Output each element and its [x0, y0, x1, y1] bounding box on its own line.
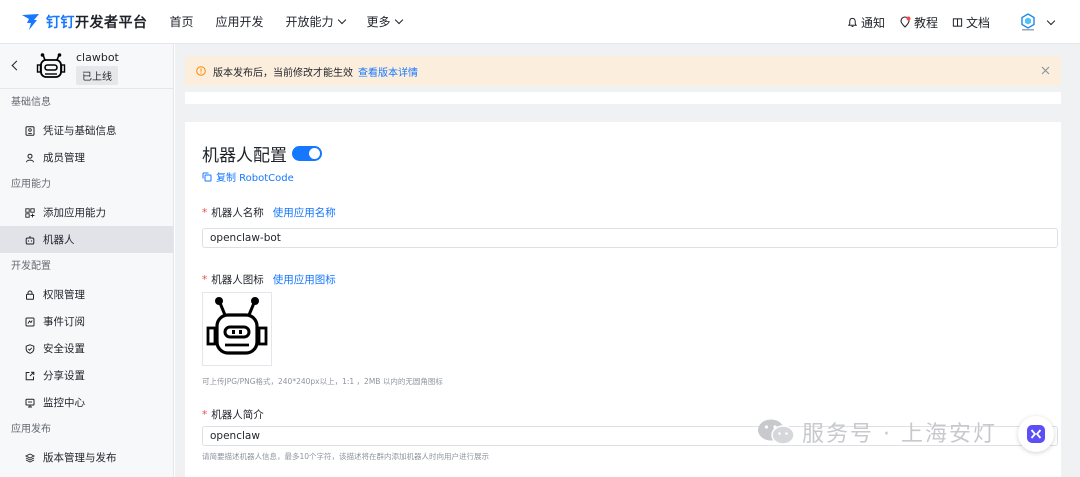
robot-name-field[interactable]: openclaw-bot	[202, 228, 1058, 248]
group-ability: 应用能力	[11, 179, 51, 190]
sidebar-item-events[interactable]: 事件订阅	[0, 308, 173, 335]
sidebar-item-security[interactable]: 安全设置	[0, 335, 173, 362]
required-mark: *	[202, 408, 208, 421]
monitor-icon	[25, 398, 35, 407]
robot-avatar-icon	[36, 53, 66, 78]
group-release: 应用发布	[11, 424, 51, 435]
main-nav: 首页 应用开发 开放能力 更多	[170, 13, 424, 30]
main-content: 版本发布后，当前修改才能生效 查看版本详情 机器人配置 复制 RobotCode…	[175, 44, 1080, 477]
dingtalk-logo-icon	[22, 13, 39, 30]
page-title: 机器人配置	[202, 146, 287, 166]
copy-icon	[202, 172, 212, 181]
sidebar-item-add-ability[interactable]: 添加应用能力	[0, 199, 173, 226]
dingtalk-logo[interactable]: 钉钉开发者平台	[20, 12, 148, 32]
group-basic: 基础信息	[11, 97, 51, 108]
copy-robotcode-button[interactable]: 复制 RobotCode	[202, 169, 294, 184]
robot-icon	[25, 235, 35, 244]
wechat-icon	[758, 419, 795, 445]
share-icon	[25, 371, 35, 380]
wechat-watermark: 服务号 · 上海安灯	[756, 416, 997, 448]
top-nav-bar: 钉钉开发者平台 首页 应用开发 开放能力 更多 通知 教程 文档	[0, 0, 1080, 44]
grid-add-icon	[25, 207, 35, 218]
nav-app-dev[interactable]: 应用开发	[216, 13, 264, 30]
intro-label-row: * 机器人简介	[202, 408, 264, 422]
sidebar: clawbot 已上线 基础信息 凭证与基础信息 成员管理 应用能力 添加应用能…	[0, 44, 174, 477]
shield-icon	[25, 343, 35, 354]
user-avatar[interactable]	[1018, 12, 1038, 32]
app-name: clawbot	[76, 51, 119, 64]
robot-icon	[206, 297, 268, 355]
use-app-name-link[interactable]: 使用应用名称	[273, 205, 336, 220]
event-icon	[25, 317, 35, 326]
nav-open-ability[interactable]: 开放能力	[286, 13, 346, 30]
lock-icon	[26, 290, 34, 300]
sidebar-item-monitor[interactable]: 监控中心	[0, 389, 173, 416]
status-badge: 已上线	[76, 66, 118, 85]
chevron-down-icon[interactable]	[1046, 16, 1056, 25]
sidebar-item-share[interactable]: 分享设置	[0, 362, 173, 389]
logo-brand: 钉钉	[46, 14, 75, 31]
icon-upload-hint: 可上传JPG/PNG格式，240*240px以上，1:1 ，2MB 以内的无圆角…	[202, 377, 443, 386]
credential-icon	[25, 125, 35, 136]
required-mark: *	[202, 206, 208, 219]
sidebar-item-credentials[interactable]: 凭证与基础信息	[0, 117, 173, 144]
view-version-link[interactable]: 查看版本详情	[358, 64, 418, 79]
bell-icon	[847, 17, 858, 27]
chevron-down-icon	[394, 15, 403, 25]
icon-label-row: * 机器人图标 使用应用图标	[202, 272, 336, 287]
chevron-down-icon	[337, 15, 346, 25]
required-mark: *	[202, 273, 208, 286]
logo-suffix: 开发者平台	[75, 14, 148, 31]
robot-enable-toggle[interactable]	[292, 146, 322, 161]
version-alert: 版本发布后，当前修改才能生效 查看版本详情	[185, 56, 1061, 86]
assistant-icon	[1027, 425, 1045, 443]
alert-text: 版本发布后，当前修改才能生效	[213, 67, 353, 79]
sidebar-item-versions[interactable]: 版本管理与发布	[0, 444, 173, 471]
name-label-row: * 机器人名称 使用应用名称	[202, 205, 336, 220]
nav-more[interactable]: 更多	[367, 13, 403, 30]
robot-icon-upload[interactable]	[202, 292, 272, 366]
use-app-icon-link[interactable]: 使用应用图标	[273, 272, 336, 287]
tutorial-icon	[900, 16, 911, 28]
close-icon[interactable]	[1040, 65, 1051, 76]
sidebar-item-robot[interactable]: 机器人	[0, 226, 173, 253]
intro-hint: 请简要描述机器人信息，最多10个字符，该描述将在群内添加机器人时向用户进行展示	[202, 452, 490, 461]
group-dev: 开发配置	[11, 261, 51, 272]
tutorial-button[interactable]: 教程	[899, 14, 938, 31]
book-icon	[952, 17, 963, 27]
previous-card-bottom	[185, 92, 1061, 104]
layers-icon	[25, 452, 35, 463]
user-icon	[26, 153, 34, 162]
nav-home[interactable]: 首页	[170, 13, 194, 30]
info-icon	[196, 66, 206, 76]
sidebar-item-members[interactable]: 成员管理	[0, 144, 173, 171]
floating-assistant-button[interactable]	[1018, 416, 1054, 452]
docs-button[interactable]: 文档	[952, 14, 990, 31]
app-header: clawbot 已上线	[0, 44, 173, 89]
sidebar-item-permissions[interactable]: 权限管理	[0, 281, 173, 308]
back-arrow-icon[interactable]	[11, 60, 22, 71]
notify-button[interactable]: 通知	[847, 14, 885, 31]
